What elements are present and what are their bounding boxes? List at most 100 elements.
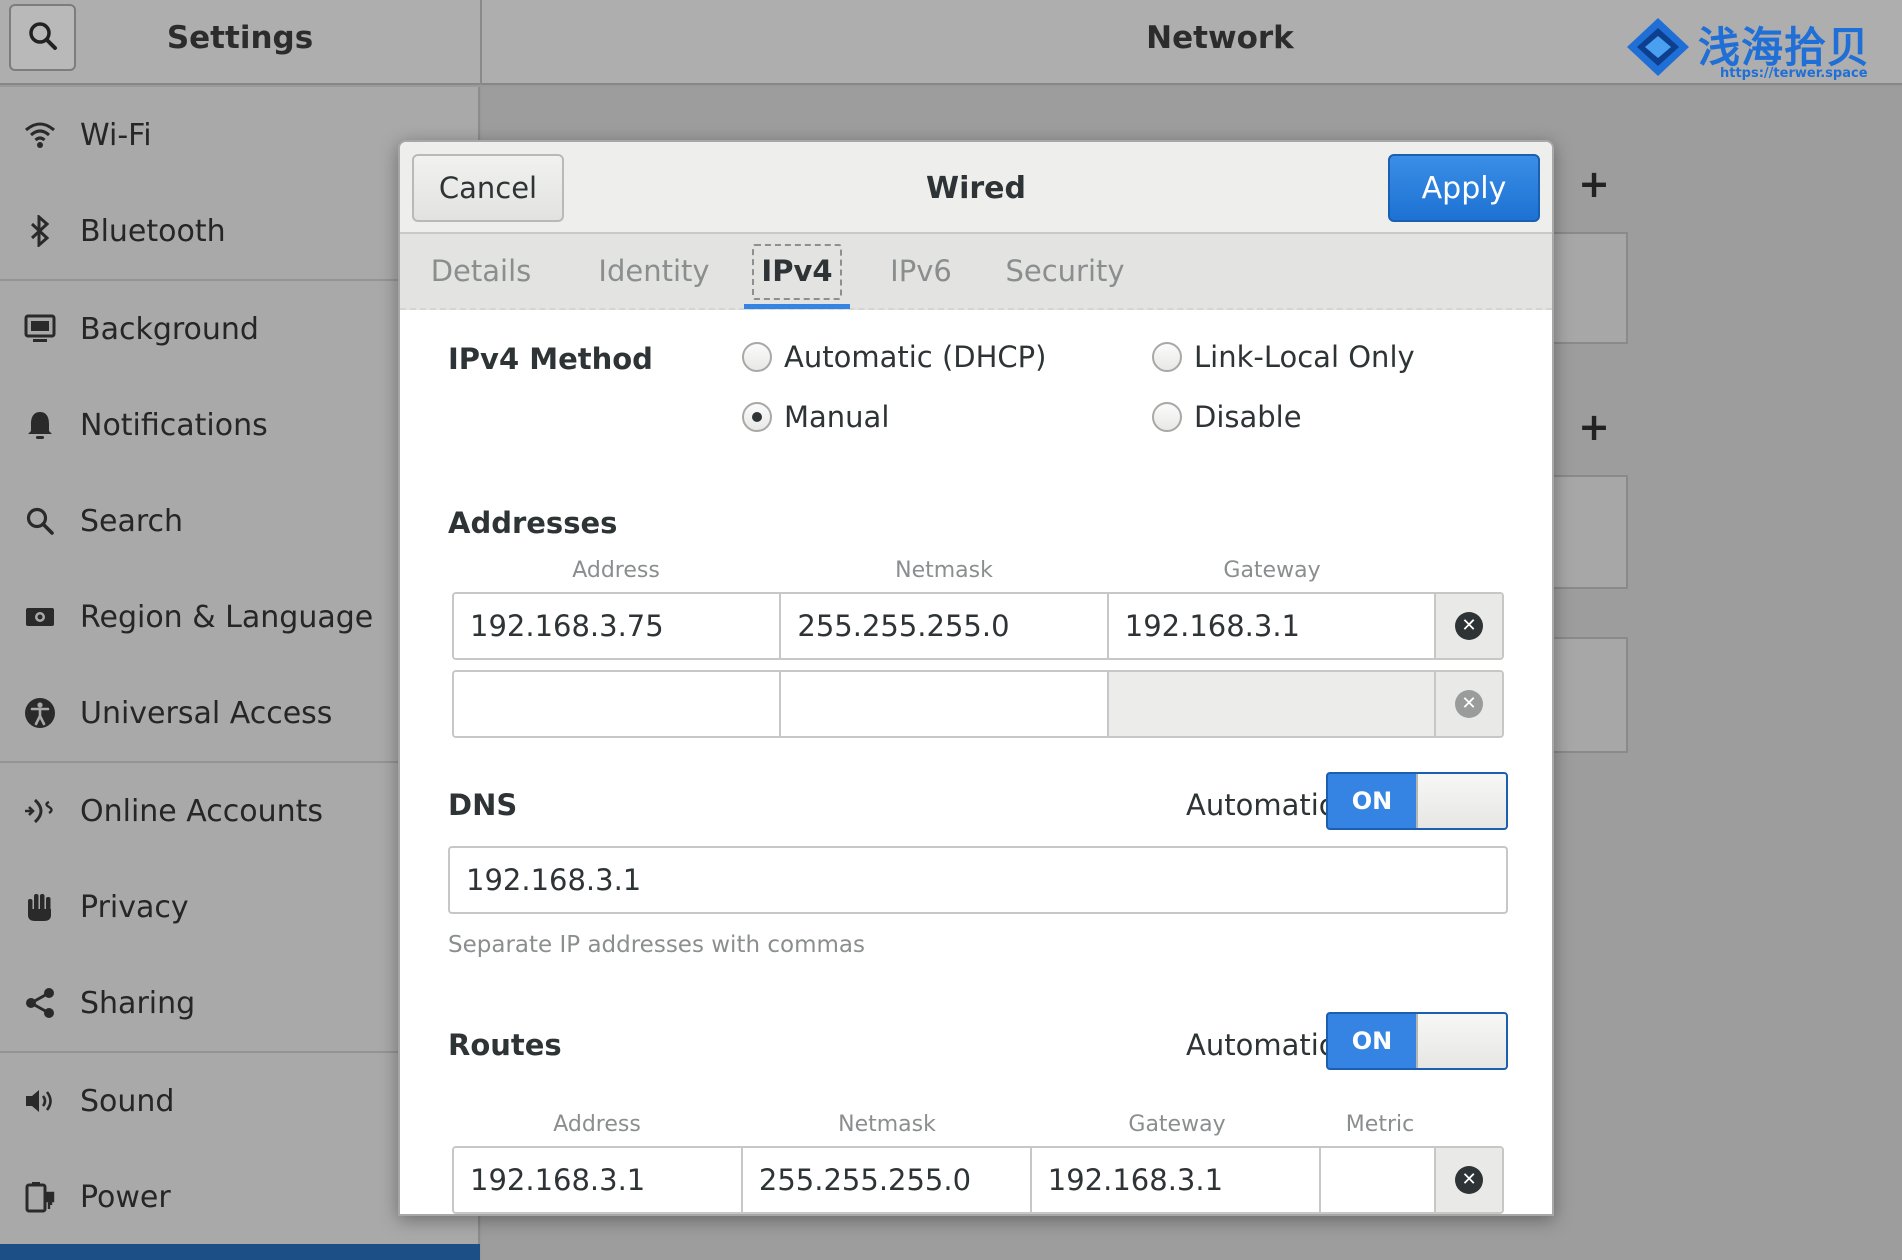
netmask-field[interactable]: 255.255.255.0 [781,594,1109,658]
wifi-icon [22,117,58,153]
radio-button[interactable] [742,342,772,372]
tab-details[interactable]: Details [416,234,546,308]
watermark-url: https://terwer.space [1720,66,1868,81]
cancel-button[interactable]: Cancel [412,154,564,222]
hand-icon [22,889,58,925]
dialog-title: Wired [926,170,1026,206]
search-button[interactable] [9,4,76,71]
radio-button-checked[interactable] [742,402,772,432]
dns-automatic-switch[interactable]: ON [1326,772,1508,830]
wired-dialog: Cancel Wired Apply Details Identity IPv4… [398,140,1554,1216]
route-gateway-field[interactable]: 192.168.3.1 [1031,1148,1321,1212]
online-accounts-icon [22,793,58,829]
search-icon [22,503,58,539]
delete-address-button[interactable]: ✕ [1436,594,1502,658]
sidebar-item-label: Universal Access [80,695,333,731]
share-icon [22,985,58,1021]
radio-label: Link-Local Only [1194,340,1415,374]
tab-ipv6[interactable]: IPv6 [866,234,976,308]
gateway-field[interactable]: 192.168.3.1 [1108,594,1437,658]
sidebar-item-label: Sharing [80,985,196,1021]
delete-route-button[interactable]: ✕ [1436,1148,1502,1212]
network-panel-title: Network [1146,19,1294,56]
sidebar-item-label: Search [80,503,184,539]
bell-icon [22,407,58,443]
active-tab-indicator [744,304,850,309]
routes-label: Routes [448,1028,562,1062]
accessibility-icon [22,695,58,731]
titlebar-divider [480,0,482,85]
background-icon [22,311,58,347]
addresses-label: Addresses [448,506,618,540]
tab-bar: Details Identity IPv4 IPv6 Security [400,234,1552,310]
column-header-gateway: Gateway [1223,558,1321,583]
column-header-gateway: Gateway [1128,1112,1226,1137]
sidebar-item-label: Region & Language [80,599,374,635]
speaker-icon [22,1083,58,1119]
add-vpn-icon[interactable]: + [1574,405,1614,449]
radio-label: Manual [784,400,890,434]
routes-automatic-label: Automatic [1186,1028,1335,1062]
sidebar-item-selected-network[interactable] [0,1244,480,1260]
radio-disable[interactable]: Disable [1152,397,1302,437]
switch-knob[interactable] [1416,774,1506,828]
sidebar-item-label: Wi-Fi [80,117,152,153]
tab-identity[interactable]: Identity [574,234,734,308]
route-row: 192.168.3.1 255.255.255.0 192.168.3.1 ✕ [452,1146,1504,1214]
region-icon [22,599,58,635]
sidebar-item-label: Power [80,1179,171,1215]
ipv4-settings: IPv4 Method Automatic (DHCP) Link-Local … [400,312,1552,1214]
switch-on-label: ON [1351,787,1393,815]
gateway-field[interactable] [1108,672,1437,736]
column-header-address: Address [553,1112,641,1137]
address-field[interactable] [454,672,782,736]
sidebar-item-label: Privacy [80,889,189,925]
route-metric-field[interactable] [1320,1148,1437,1212]
dns-label: DNS [448,788,518,822]
address-row-empty: ✕ [452,670,1504,738]
tab-security[interactable]: Security [1000,234,1130,308]
radio-link-local-only[interactable]: Link-Local Only [1152,337,1415,377]
bluetooth-icon [22,213,58,249]
column-header-netmask: Netmask [838,1112,936,1137]
radio-automatic-dhcp[interactable]: Automatic (DHCP) [742,337,1046,377]
close-icon: ✕ [1455,1166,1484,1194]
sidebar-item-label: Notifications [80,407,268,443]
watermark-logo-icon [1625,16,1691,82]
dns-automatic-label: Automatic [1186,788,1335,822]
radio-label: Automatic (DHCP) [784,340,1047,374]
watermark: 浅海拾贝 https://terwer.space [1625,12,1895,82]
radio-label: Disable [1194,400,1302,434]
route-netmask-field[interactable]: 255.255.255.0 [742,1148,1032,1212]
address-field[interactable]: 192.168.3.75 [454,594,782,658]
add-connection-icon[interactable]: + [1574,162,1614,206]
delete-address-button[interactable]: ✕ [1436,672,1502,736]
sidebar-item-label: Sound [80,1083,175,1119]
dns-input[interactable]: 192.168.3.1 [448,846,1508,914]
route-address-field[interactable]: 192.168.3.1 [454,1148,743,1212]
column-header-metric: Metric [1345,1112,1415,1137]
tab-ipv4[interactable]: IPv4 [752,234,842,308]
column-header-netmask: Netmask [895,558,993,583]
close-icon: ✕ [1455,690,1484,718]
power-icon [22,1179,58,1215]
sidebar-item-label: Background [80,311,259,347]
dns-hint: Separate IP addresses with commas [448,932,865,958]
settings-title: Settings [166,19,314,56]
radio-button[interactable] [1152,342,1182,372]
switch-on-label: ON [1351,1027,1393,1055]
ipv4-method-label: IPv4 Method [448,342,653,376]
sidebar-item-label: Online Accounts [80,793,324,829]
switch-knob[interactable] [1416,1014,1506,1068]
radio-manual[interactable]: Manual [742,397,889,437]
netmask-field[interactable] [781,672,1109,736]
close-icon: ✕ [1455,612,1484,640]
search-icon [27,20,59,56]
dialog-header: Cancel Wired Apply [400,142,1552,234]
radio-button[interactable] [1152,402,1182,432]
address-row: 192.168.3.75 255.255.255.0 192.168.3.1 ✕ [452,592,1504,660]
window-titlebar: Settings Network 浅海拾贝 https://terwer.spa… [0,0,1902,85]
routes-automatic-switch[interactable]: ON [1326,1012,1508,1070]
column-header-address: Address [572,558,660,583]
apply-button[interactable]: Apply [1388,154,1540,222]
